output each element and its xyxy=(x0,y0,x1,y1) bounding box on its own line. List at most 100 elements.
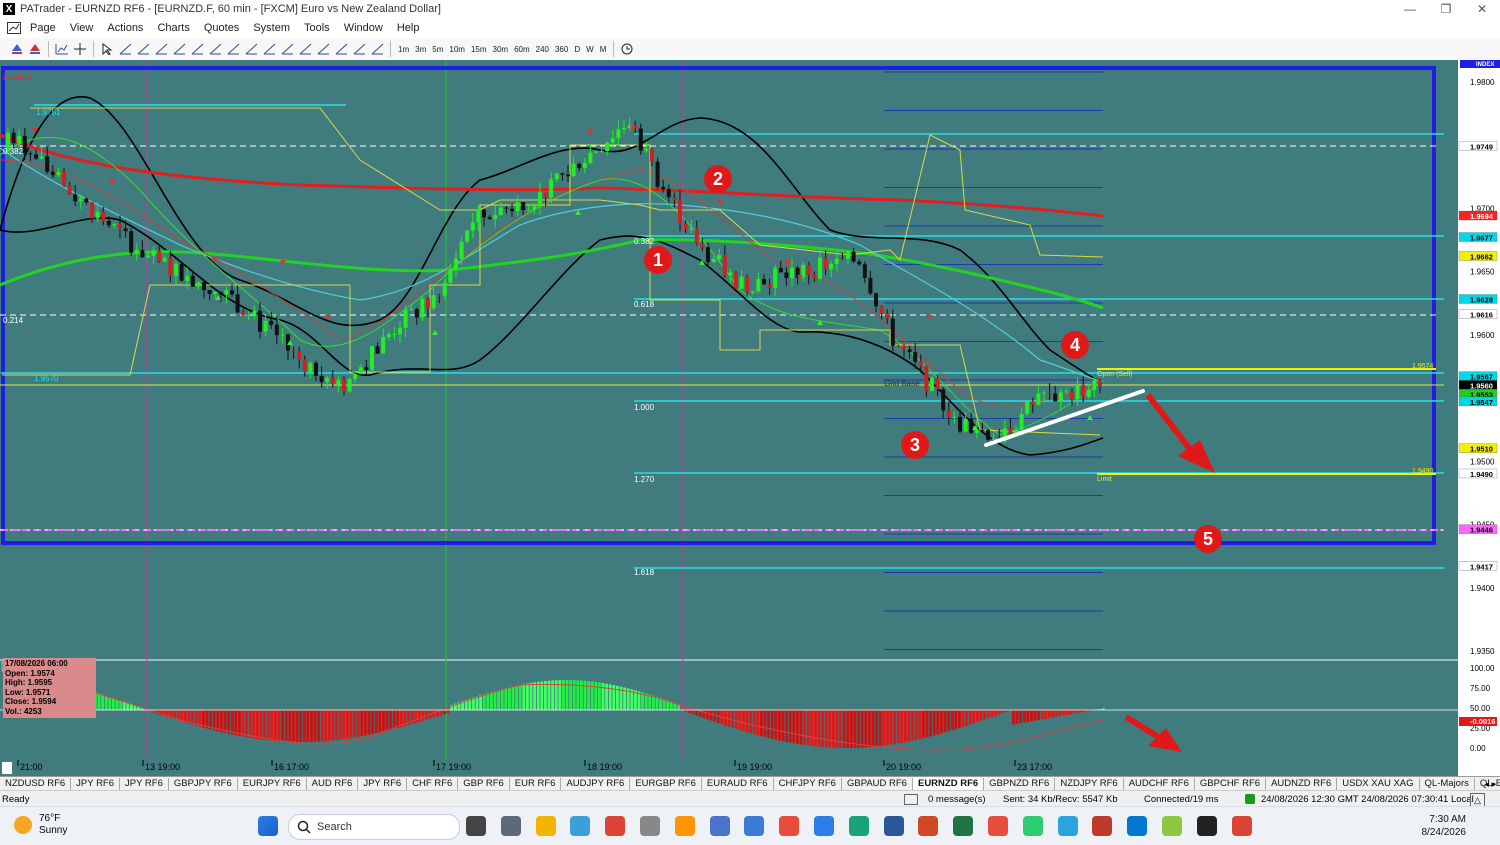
mail-icon[interactable] xyxy=(904,794,918,805)
channel-tool-icon[interactable] xyxy=(189,41,205,57)
timeframe-30m-button[interactable]: 30m xyxy=(490,45,512,54)
chrome2-icon[interactable] xyxy=(1232,816,1252,836)
symbol-tab[interactable]: GBPCHF RF6 xyxy=(1195,778,1266,790)
bus-icon[interactable] xyxy=(1092,816,1112,836)
regression-tool-icon[interactable] xyxy=(315,41,331,57)
symbol-tab[interactable]: GBPNZD RF6 xyxy=(984,778,1055,790)
symbol-tab[interactable]: GBP RF6 xyxy=(458,778,509,790)
symbol-tab[interactable]: EUR RF6 xyxy=(510,778,562,790)
timeframe-d-button[interactable]: D xyxy=(571,45,583,54)
sr-icon[interactable] xyxy=(1197,816,1217,836)
chrome-icon[interactable] xyxy=(605,816,625,836)
symbol-tab[interactable]: GBPAUD RF6 xyxy=(842,778,913,790)
timeframe-m-button[interactable]: M xyxy=(597,45,610,54)
close-button[interactable]: ✕ xyxy=(1464,0,1500,18)
text-tool-icon[interactable] xyxy=(351,41,367,57)
vertical-line-tool-icon[interactable] xyxy=(117,41,133,57)
menu-actions[interactable]: Actions xyxy=(100,22,150,34)
timeframe-240-button[interactable]: 240 xyxy=(533,45,552,54)
fibonacci-tool-icon[interactable] xyxy=(207,41,223,57)
grid-tool-icon[interactable] xyxy=(279,41,295,57)
sell-icon[interactable] xyxy=(27,41,43,57)
timeframe-360-button[interactable]: 360 xyxy=(552,45,571,54)
symbol-tab[interactable]: AUDCHF RF6 xyxy=(1124,778,1195,790)
menu-help[interactable]: Help xyxy=(390,22,427,34)
weather-widget[interactable]: 76°FSunny xyxy=(14,813,67,837)
menu-window[interactable]: Window xyxy=(337,22,390,34)
menu-tools[interactable]: Tools xyxy=(297,22,337,34)
stock-icon[interactable] xyxy=(849,816,869,836)
symbol-tab[interactable]: EURGBP RF6 xyxy=(630,778,702,790)
page-icon[interactable] xyxy=(6,20,22,36)
fib-time-tool-icon[interactable] xyxy=(261,41,277,57)
symbol-tab[interactable]: AUD RF6 xyxy=(307,778,359,790)
minimize-button[interactable]: — xyxy=(1392,0,1428,18)
menu-page[interactable]: Page xyxy=(23,22,63,34)
remote-desktop-icon[interactable] xyxy=(744,816,764,836)
symbol-tab[interactable]: NZDUSD RF6 xyxy=(0,778,71,790)
symbol-tab[interactable]: NZDJPY RF6 xyxy=(1055,778,1123,790)
timeframe-10m-button[interactable]: 10m xyxy=(446,45,468,54)
symbol-tab[interactable]: JPY RF6 xyxy=(120,778,169,790)
photos-icon[interactable] xyxy=(570,816,590,836)
symbol-tab[interactable]: AUDNZD RF6 xyxy=(1266,778,1337,790)
telegram-icon[interactable] xyxy=(1058,816,1078,836)
symbol-tab[interactable]: JPY RF6 xyxy=(71,778,120,790)
symbol-tab[interactable]: JPY RF6 xyxy=(358,778,407,790)
symbol-tab[interactable]: CHFJPY RF6 xyxy=(774,778,842,790)
symbol-tab[interactable]: AUDJPY RF6 xyxy=(561,778,630,790)
app-s2-icon[interactable] xyxy=(814,816,834,836)
horizontal-line-tool-icon[interactable] xyxy=(135,41,151,57)
menu-system[interactable]: System xyxy=(246,22,297,34)
firefox-icon[interactable] xyxy=(675,816,695,836)
buy-icon[interactable] xyxy=(9,41,25,57)
trendline-tool-icon[interactable] xyxy=(171,41,187,57)
timeframe-15m-button[interactable]: 15m xyxy=(468,45,490,54)
excel-icon[interactable] xyxy=(953,816,973,836)
symbol-tab[interactable]: EURAUD RF6 xyxy=(702,778,774,790)
powerpoint-icon[interactable] xyxy=(918,816,938,836)
pointer-icon[interactable] xyxy=(99,41,115,57)
menu-view[interactable]: View xyxy=(63,22,101,34)
maximize-button[interactable]: ❐ xyxy=(1428,0,1464,18)
clock-icon[interactable] xyxy=(619,41,635,57)
notes-icon[interactable] xyxy=(710,816,730,836)
parallel-tool-icon[interactable] xyxy=(153,41,169,57)
tab-scroll-arrows[interactable]: ◂ ▸ xyxy=(1484,779,1496,790)
globe-icon[interactable] xyxy=(1127,816,1147,836)
symbol-tab[interactable]: GBPJPY RF6 xyxy=(169,778,238,790)
menu-charts[interactable]: Charts xyxy=(150,22,196,34)
symbol-tab[interactable]: USDX XAU XAG xyxy=(1337,778,1419,790)
symbol-tab[interactable]: EURJPY RF6 xyxy=(238,778,307,790)
timeframe-3m-button[interactable]: 3m xyxy=(412,45,429,54)
pencil-tool-icon[interactable] xyxy=(369,41,385,57)
chart-window[interactable]: 0.3820.2141.95701.97510.3820.6181.0001.2… xyxy=(0,60,1500,776)
ep-icon[interactable] xyxy=(640,816,660,836)
symbol-tab[interactable]: QL-Majors xyxy=(1420,778,1475,790)
app-c2-icon[interactable] xyxy=(1023,816,1043,836)
start-icon[interactable] xyxy=(258,816,278,836)
calculator-icon[interactable] xyxy=(501,816,521,836)
andrews-tool-icon[interactable] xyxy=(297,41,313,57)
fib-fan-tool-icon[interactable] xyxy=(225,41,241,57)
file-explorer-icon[interactable] xyxy=(466,816,486,836)
gann-tool-icon[interactable] xyxy=(243,41,259,57)
price-chart[interactable]: 0.3820.2141.95701.97510.3820.6181.0001.2… xyxy=(0,60,1500,776)
w-app-icon[interactable] xyxy=(1162,816,1182,836)
word-icon[interactable] xyxy=(884,816,904,836)
timeframe-1m-button[interactable]: 1m xyxy=(395,45,412,54)
size-grip-icon[interactable]: △ xyxy=(1470,793,1485,807)
elliott-tool-icon[interactable] xyxy=(333,41,349,57)
crosshair-icon[interactable] xyxy=(72,41,88,57)
clock[interactable]: 7:30 AM 8/24/2026 xyxy=(1422,813,1467,839)
search-input[interactable]: Search xyxy=(288,814,460,840)
app-c-icon[interactable] xyxy=(988,816,1008,836)
menu-quotes[interactable]: Quotes xyxy=(197,22,246,34)
timeframe-w-button[interactable]: W xyxy=(583,45,597,54)
folder-icon[interactable] xyxy=(536,816,556,836)
chart-icon[interactable] xyxy=(54,41,70,57)
symbol-tab[interactable]: EURNZD RF6 xyxy=(913,778,984,790)
timeframe-60m-button[interactable]: 60m xyxy=(511,45,533,54)
symbol-tab[interactable]: CHF RF6 xyxy=(407,778,458,790)
timeframe-5m-button[interactable]: 5m xyxy=(429,45,446,54)
